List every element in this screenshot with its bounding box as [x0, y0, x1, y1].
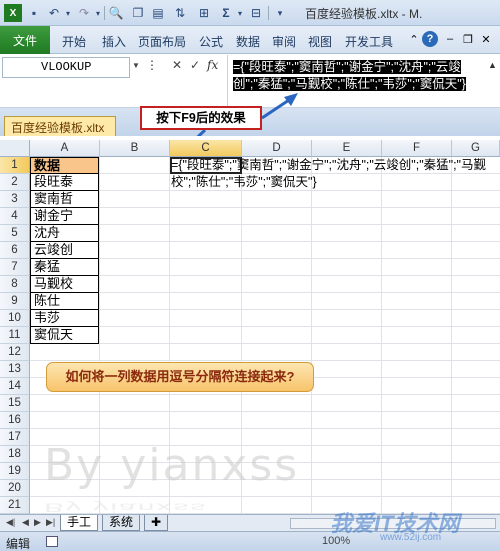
insert-sheet-icon[interactable]: ✚	[144, 515, 168, 531]
macro-record-icon[interactable]	[46, 536, 58, 547]
gridline	[30, 241, 500, 242]
sheet-tab-system[interactable]: 系统	[102, 515, 141, 531]
cell-a-value[interactable]: 秦猛	[30, 259, 99, 276]
gridline	[30, 224, 500, 225]
row-header[interactable]: 15	[0, 395, 30, 412]
last-sheet-icon[interactable]: ▶|	[46, 517, 55, 528]
row-header[interactable]: 7	[0, 259, 30, 276]
cell-a-value[interactable]: 陈仕	[30, 293, 99, 310]
row-header[interactable]: 6	[0, 242, 30, 259]
gridline	[30, 496, 500, 497]
site-url: www.52ij.com	[380, 532, 442, 543]
cell-a-value[interactable]: 云竣创	[30, 242, 99, 259]
cell-a-value[interactable]: 马觐校	[30, 276, 99, 293]
column-header-b[interactable]: B	[100, 140, 170, 157]
gridline	[30, 360, 500, 361]
column-header-c[interactable]: C	[170, 140, 242, 157]
status-mode: 编辑	[6, 537, 31, 551]
gridline	[30, 326, 500, 327]
prev-sheet-icon[interactable]: ◀	[22, 517, 29, 528]
row-header[interactable]: 3	[0, 191, 30, 208]
row-header[interactable]: 11	[0, 327, 30, 344]
row-header[interactable]: 1	[0, 157, 30, 174]
question-callout: 如何将一列数据用逗号分隔符连接起来?	[46, 362, 314, 392]
gridline	[30, 343, 500, 344]
row-header[interactable]: 5	[0, 225, 30, 242]
cell-a-value[interactable]: 沈舟	[30, 225, 99, 242]
gridline	[30, 258, 500, 259]
arrow-head-formula	[284, 93, 298, 106]
row-header[interactable]: 14	[0, 378, 30, 395]
row-header[interactable]: 21	[0, 497, 30, 514]
author-watermark: By yianxss	[44, 440, 300, 491]
author-watermark-reflection: By yianxss	[44, 500, 208, 514]
row-header[interactable]: 9	[0, 293, 30, 310]
row-header[interactable]: 17	[0, 429, 30, 446]
cell-c1-formula: ={"段旺泰";"窦南哲";"谢金宁";"沈舟";"云竣创";"秦猛";"马觐校…	[171, 158, 486, 189]
row-header[interactable]: 12	[0, 344, 30, 361]
cell-a1-header[interactable]: 数据	[30, 157, 99, 174]
cell-a-value[interactable]: 韦莎	[30, 310, 99, 327]
gridline	[30, 292, 500, 293]
row-header[interactable]: 2	[0, 174, 30, 191]
row-header[interactable]: 18	[0, 446, 30, 463]
gridline	[30, 411, 500, 412]
gridline	[381, 157, 382, 514]
gridline	[451, 157, 452, 514]
column-header-e[interactable]: E	[312, 140, 382, 157]
gridline	[30, 428, 500, 429]
gridline	[30, 207, 500, 208]
f9-effect-callout: 按下F9后的效果	[140, 106, 262, 130]
row-header[interactable]: 20	[0, 480, 30, 497]
gridline	[30, 309, 500, 310]
row-header[interactable]: 16	[0, 412, 30, 429]
row-header[interactable]: 10	[0, 310, 30, 327]
row-header[interactable]: 13	[0, 361, 30, 378]
cell-a-value[interactable]: 窦侃天	[30, 327, 99, 344]
next-sheet-icon[interactable]: ▶	[34, 517, 41, 528]
cell-a-value[interactable]: 谢金宁	[30, 208, 99, 225]
row-header[interactable]: 8	[0, 276, 30, 293]
gridline	[30, 394, 500, 395]
column-header-f[interactable]: F	[382, 140, 452, 157]
gridline	[311, 157, 312, 514]
column-header-g[interactable]: G	[452, 140, 500, 157]
select-all-corner[interactable]	[0, 140, 30, 157]
row-header[interactable]: 4	[0, 208, 30, 225]
column-header-a[interactable]: A	[30, 140, 100, 157]
first-sheet-icon[interactable]: ◀|	[6, 517, 15, 528]
column-header-d[interactable]: D	[242, 140, 312, 157]
cell-a-value[interactable]: 窦南哲	[30, 191, 99, 208]
cell-a-value[interactable]: 段旺泰	[30, 174, 99, 191]
sheet-tab-manual[interactable]: 手工	[60, 515, 99, 531]
row-header[interactable]: 19	[0, 463, 30, 480]
gridline	[30, 275, 500, 276]
